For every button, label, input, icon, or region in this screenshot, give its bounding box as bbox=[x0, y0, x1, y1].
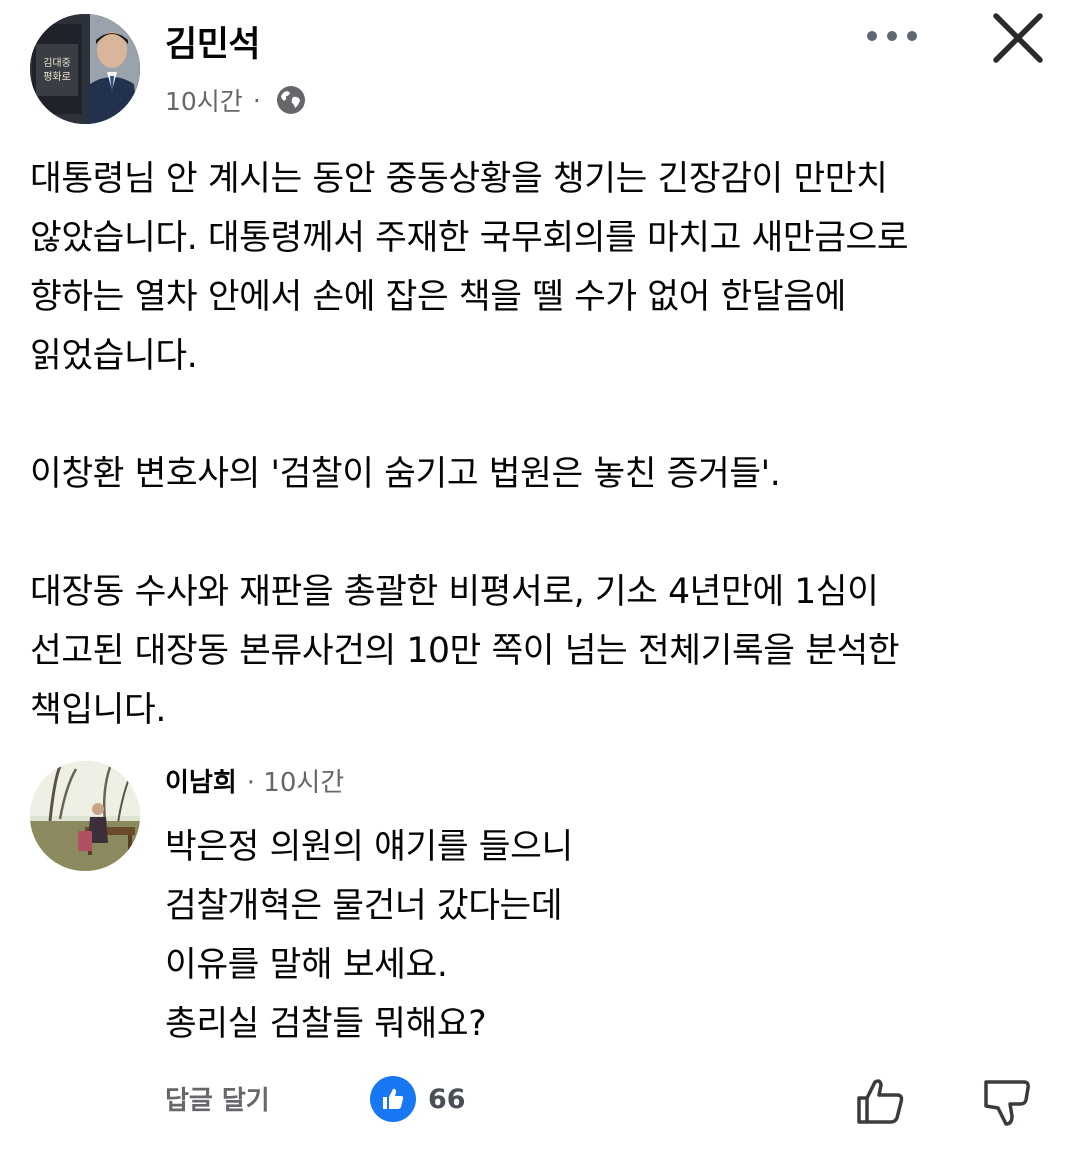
comment-line: 검찰개혁은 물건너 갔다는데 bbox=[165, 886, 563, 926]
reply-button[interactable]: 답글 달기 bbox=[165, 1080, 270, 1117]
post-author-name[interactable]: 김민석 bbox=[165, 16, 261, 67]
post-line: 향하는 열차 안에서 손에 잡은 책을 뗄 수가 없어 한달음에 bbox=[30, 277, 846, 317]
post-timestamp[interactable]: 10시간 bbox=[165, 82, 243, 118]
post-line: 선고된 대장동 본류사건의 10만 쪽이 넘는 전체기록을 분석한 bbox=[30, 631, 900, 671]
post-line: 않았습니다. 대통령께서 주재한 국무회의를 마치고 새만금으로 bbox=[30, 218, 909, 258]
commenter-avatar[interactable] bbox=[30, 761, 140, 871]
post-text: 대통령님 안 계시는 동안 중동상황을 챙기는 긴장감이 만만치 않았습니다. … bbox=[30, 150, 1040, 740]
comment-line: 박은정 의원의 얘기를 들으니 bbox=[165, 827, 573, 867]
reaction-count: 66 bbox=[428, 1083, 466, 1115]
comment-line: 총리실 검찰들 뭐해요? bbox=[165, 1004, 487, 1044]
facebook-post-view: 김대중 평화로 김민석 10시간 · 대통령님 안 계시는 동안 중동상황을 챙… bbox=[0, 0, 1065, 1152]
svg-text:김대중: 김대중 bbox=[43, 57, 71, 69]
comment-line: 이유를 말해 보세요. bbox=[165, 945, 448, 985]
globe-icon bbox=[275, 84, 307, 116]
post-line: 읽었습니다. bbox=[30, 336, 198, 376]
comment-text: 박은정 의원의 얘기를 들으니 검찰개혁은 물건너 갔다는데 이유를 말해 보세… bbox=[165, 818, 1025, 1054]
comment-timestamp[interactable]: · 10시간 bbox=[247, 762, 344, 799]
author-avatar-image: 김대중 평화로 bbox=[30, 14, 140, 124]
post-line: 대통령님 안 계시는 동안 중동상황을 챙기는 긴장감이 만만치 bbox=[30, 159, 888, 199]
thumbs-down-icon[interactable] bbox=[982, 1078, 1032, 1128]
author-avatar[interactable]: 김대중 평화로 bbox=[30, 14, 140, 124]
like-icon bbox=[370, 1076, 416, 1122]
close-icon[interactable] bbox=[990, 12, 1046, 64]
thumbs-up-icon[interactable] bbox=[855, 1076, 907, 1126]
meta-separator: · bbox=[252, 85, 261, 115]
post-line: 책입니다. bbox=[30, 690, 166, 730]
post-paragraph: 대장동 수사와 재판을 총괄한 비평서로, 기소 4년만에 1심이 선고된 대장… bbox=[30, 563, 1040, 740]
post-meta: 10시간 · bbox=[165, 82, 307, 118]
reaction-summary[interactable]: 66 bbox=[370, 1076, 466, 1122]
commenter-avatar-image bbox=[30, 761, 140, 871]
post-paragraph: 대통령님 안 계시는 동안 중동상황을 챙기는 긴장감이 만만치 않았습니다. … bbox=[30, 150, 1040, 386]
post-line: 대장동 수사와 재판을 총괄한 비평서로, 기소 4년만에 1심이 bbox=[30, 572, 879, 612]
comment-header: 이남희 · 10시간 bbox=[165, 762, 344, 799]
comment-author-name[interactable]: 이남희 bbox=[165, 762, 237, 799]
svg-text:평화로: 평화로 bbox=[43, 71, 71, 83]
post-paragraph: 이창환 변호사의 '검찰이 숨기고 법원은 놓친 증거들'. bbox=[30, 445, 1040, 504]
more-options-icon[interactable] bbox=[862, 16, 922, 56]
post-line: 이창환 변호사의 '검찰이 숨기고 법원은 놓친 증거들'. bbox=[30, 454, 781, 494]
